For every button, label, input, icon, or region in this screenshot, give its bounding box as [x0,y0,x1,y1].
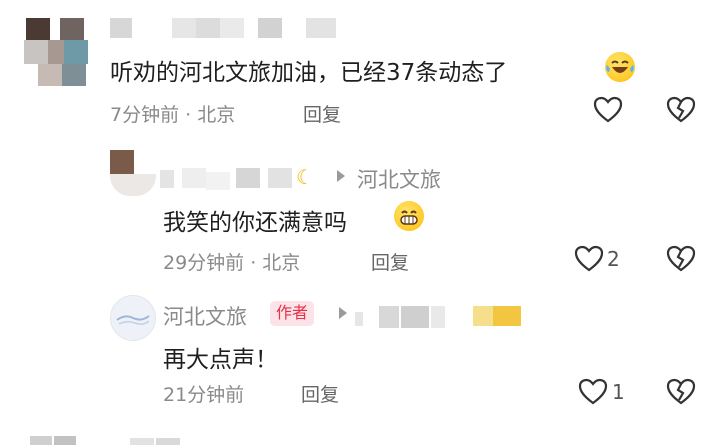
reply-target-name[interactable] [355,304,525,330]
reply-button[interactable]: 回复 [301,380,339,407]
avatar[interactable] [18,18,96,88]
author-avatar[interactable] [110,295,156,341]
reply-to-arrow-icon [335,168,347,188]
reply-button[interactable]: 回复 [303,100,341,127]
grinning-emoji [394,201,424,231]
comment-text: 听劝的河北文旅加油，已经37条动态了 [110,60,508,86]
reply-target-name[interactable]: 河北文旅 [357,164,441,194]
author-name[interactable]: 河北文旅 [163,301,247,331]
like-heart-icon[interactable] [578,378,608,410]
reply-to-arrow-icon [337,305,349,325]
dislike-broken-heart-icon[interactable] [666,96,696,128]
avatar[interactable] [110,150,156,196]
username[interactable]: ☾ [160,165,320,192]
next-comment-preview [30,436,280,445]
laughing-tears-emoji [605,52,635,82]
like-heart-icon[interactable] [574,245,604,277]
dislike-broken-heart-icon[interactable] [666,378,696,410]
reply-text: 再大点声！ [163,347,278,373]
comment-timestamp: 7分钟前 · 北京 [110,104,236,126]
like-heart-icon[interactable] [593,96,623,128]
author-tag: 作者 [270,301,315,326]
reply-timestamp: 29分钟前 · 北京 [163,252,301,274]
dislike-broken-heart-icon[interactable] [666,245,696,277]
username[interactable] [110,18,370,42]
like-count: 1 [612,380,625,404]
like-count: 2 [607,247,620,271]
reply-timestamp: 21分钟前 [163,384,245,406]
reply-text: 我笑的你还满意吗 [163,210,347,236]
reply-button[interactable]: 回复 [371,248,409,275]
